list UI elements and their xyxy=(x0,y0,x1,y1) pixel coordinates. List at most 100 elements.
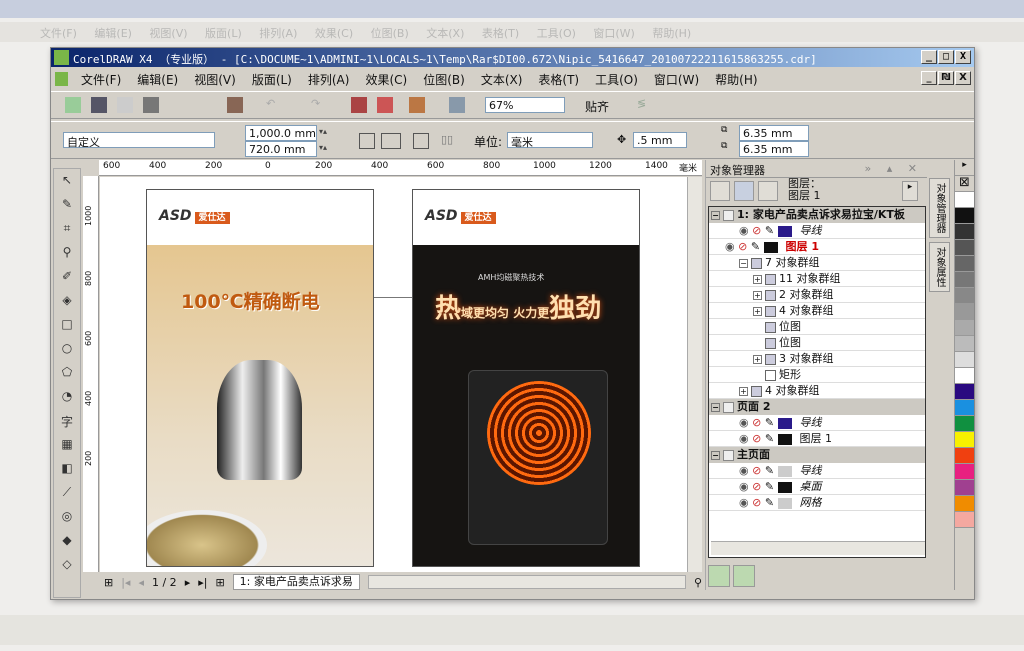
printable-icon[interactable]: ⊘ xyxy=(752,432,761,445)
visibility-eye-icon[interactable]: ◉ xyxy=(739,464,749,477)
visibility-eye-icon[interactable]: ◉ xyxy=(739,416,749,429)
interactive-blend-icon[interactable]: ◧ xyxy=(56,461,78,481)
menu-layout[interactable]: 版面(L) xyxy=(252,71,292,88)
next-page-icon[interactable]: ▸ xyxy=(185,576,191,589)
landscape-icon[interactable] xyxy=(381,133,401,149)
visibility-eye-icon[interactable]: ◉ xyxy=(739,224,749,237)
color-swatch[interactable] xyxy=(955,320,974,336)
docker-flyout-arrow-icon[interactable]: ▸ xyxy=(902,181,918,201)
tree-item-group[interactable]: +3 对象群组 xyxy=(709,351,925,367)
snap-to-dropdown[interactable]: 贴齐 xyxy=(585,98,609,115)
color-swatch[interactable] xyxy=(955,224,974,240)
tree-item-page[interactable]: − 页面 2 xyxy=(709,399,925,415)
printable-icon[interactable]: ⊘ xyxy=(752,464,761,477)
rectangle-tool-icon[interactable]: □ xyxy=(56,317,78,337)
zoom-tool-icon[interactable]: ⚲ xyxy=(56,245,78,265)
color-swatch[interactable] xyxy=(955,480,974,496)
editable-pencil-icon[interactable]: ✎ xyxy=(765,480,774,493)
current-page-icon[interactable]: ▯▯ xyxy=(441,133,457,149)
doc-restore-button[interactable]: ₪ xyxy=(938,71,954,85)
outline-tool-icon[interactable]: ◎ xyxy=(56,509,78,529)
tree-item-layer[interactable]: ◉ ⊘ ✎ 导线 xyxy=(709,223,925,239)
ellipse-tool-icon[interactable]: ○ xyxy=(56,341,78,361)
menu-text[interactable]: 文本(X) xyxy=(481,71,523,88)
expand-toggle[interactable]: + xyxy=(753,354,762,364)
expand-toggle[interactable]: + xyxy=(753,306,762,316)
menu-file[interactable]: 文件(F) xyxy=(81,71,121,88)
color-swatch[interactable] xyxy=(955,416,974,432)
smart-fill-icon[interactable]: ◈ xyxy=(56,293,78,313)
collapse-toggle[interactable]: − xyxy=(711,450,720,460)
color-swatch[interactable] xyxy=(955,288,974,304)
crop-tool-icon[interactable]: ⌗ xyxy=(56,221,78,241)
tree-item-bitmap[interactable]: 位图 xyxy=(709,319,925,335)
horizontal-scrollbar[interactable] xyxy=(367,575,686,589)
visibility-eye-icon[interactable]: ◉ xyxy=(725,240,735,253)
vertical-scrollbar[interactable] xyxy=(687,177,702,572)
menu-window[interactable]: 窗口(W) xyxy=(654,71,699,88)
tree-item-layer[interactable]: ◉ ⊘ ✎ 导线 xyxy=(709,415,925,431)
portrait-icon[interactable] xyxy=(359,133,375,149)
color-swatch[interactable] xyxy=(955,192,974,208)
color-swatch[interactable] xyxy=(955,512,974,528)
collapse-toggle[interactable]: − xyxy=(711,210,720,220)
units-select[interactable]: 毫米 xyxy=(507,132,593,149)
layer-color-swatch[interactable] xyxy=(777,481,792,493)
tree-item-group[interactable]: +4 对象群组 xyxy=(709,303,925,319)
docker-controls[interactable]: » ▴ ✕ xyxy=(865,162,923,175)
editable-pencil-icon[interactable]: ✎ xyxy=(765,224,774,237)
menu-help[interactable]: 帮助(H) xyxy=(715,71,757,88)
edit-across-layers-icon[interactable] xyxy=(734,181,754,201)
shape-tool-icon[interactable]: ✎ xyxy=(56,197,78,217)
collapse-toggle[interactable]: − xyxy=(711,402,720,412)
app-launcher-icon[interactable] xyxy=(409,97,425,113)
paste-icon[interactable] xyxy=(227,97,243,113)
editable-pencil-icon[interactable]: ✎ xyxy=(765,416,774,429)
tree-item-layer[interactable]: ◉ ⊘ ✎ 图层 1 xyxy=(709,239,925,255)
layer-color-swatch[interactable] xyxy=(777,433,792,445)
visibility-eye-icon[interactable]: ◉ xyxy=(739,496,749,509)
color-swatch[interactable] xyxy=(955,352,974,368)
first-page-icon[interactable]: |◂ xyxy=(121,576,130,589)
tree-item-layer[interactable]: ◉ ⊘ ✎ 网格 xyxy=(709,495,925,511)
height-spinner[interactable]: ▾▴ xyxy=(319,143,327,152)
table-tool-icon[interactable]: ▦ xyxy=(56,437,78,457)
show-properties-icon[interactable] xyxy=(710,181,730,201)
color-swatch[interactable] xyxy=(955,240,974,256)
width-spinner[interactable]: ▾▴ xyxy=(319,127,327,136)
fill-tool-icon[interactable]: ◆ xyxy=(56,533,78,553)
menu-table[interactable]: 表格(T) xyxy=(538,71,579,88)
horizontal-ruler[interactable]: 600 400 200 0 200 400 600 800 1000 1200 1400 毫米 xyxy=(99,160,702,176)
no-color-swatch[interactable]: ⊠ xyxy=(955,176,974,192)
page-tab-1[interactable]: 1: 家电产品卖点诉求易 xyxy=(232,574,360,590)
printable-icon[interactable]: ⊘ xyxy=(752,416,761,429)
page-width-input[interactable]: 1,000.0 mm xyxy=(245,125,317,141)
tree-item-layer[interactable]: ◉ ⊘ ✎ 图层 1 xyxy=(709,431,925,447)
tree-item-page[interactable]: − 主页面 xyxy=(709,447,925,463)
layer-color-swatch[interactable] xyxy=(777,497,792,509)
color-swatch[interactable] xyxy=(955,496,974,512)
tree-item-bitmap[interactable]: 位图 xyxy=(709,335,925,351)
layer-manager-view-icon[interactable] xyxy=(758,181,778,201)
vertical-ruler[interactable]: 1000 800 600 400 200 xyxy=(83,176,99,572)
printable-icon[interactable]: ⊘ xyxy=(752,496,761,509)
color-swatch[interactable] xyxy=(955,448,974,464)
tree-item-layer[interactable]: ◉ ⊘ ✎ 桌面 xyxy=(709,479,925,495)
page-2-artwork[interactable]: ASD 爱仕达 AMH均磁聚热技术 热域更均匀 火力更独劲 xyxy=(412,189,640,567)
tree-horizontal-scrollbar[interactable] xyxy=(711,541,925,555)
open-icon[interactable] xyxy=(91,97,107,113)
color-swatch[interactable] xyxy=(955,432,974,448)
menu-effects[interactable]: 效果(C) xyxy=(365,71,407,88)
layer-color-swatch[interactable] xyxy=(777,225,792,237)
color-swatch[interactable] xyxy=(955,400,974,416)
redo-icon[interactable]: ↷ xyxy=(311,97,327,113)
add-page-after-icon[interactable]: ⊞ xyxy=(215,576,224,589)
menu-view[interactable]: 视图(V) xyxy=(194,71,236,88)
expand-toggle[interactable]: + xyxy=(753,290,762,300)
editable-pencil-icon[interactable]: ✎ xyxy=(751,240,760,253)
new-master-layer-icon[interactable] xyxy=(733,565,755,587)
add-page-before-icon[interactable]: ⊞ xyxy=(104,576,113,589)
drawing-canvas[interactable]: ASD 爱仕达 100℃精确断电 ASD 爱仕达 AMH均磁聚热技术 热域更均匀 火… xyxy=(100,177,687,572)
doc-close-button[interactable]: X xyxy=(955,71,971,85)
visibility-eye-icon[interactable]: ◉ xyxy=(739,480,749,493)
